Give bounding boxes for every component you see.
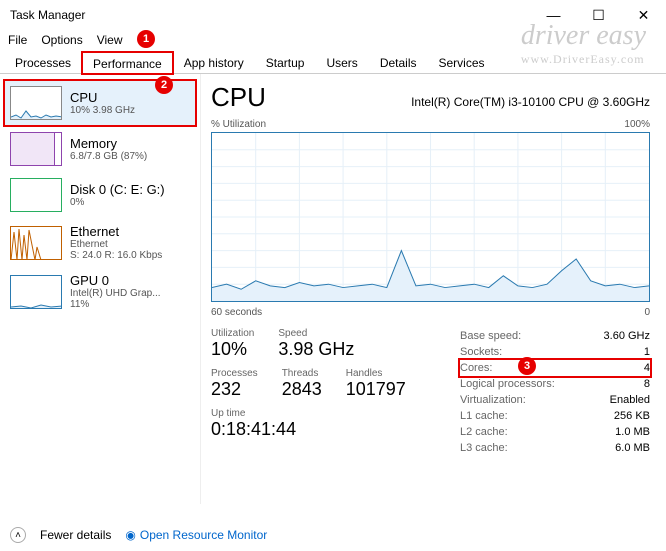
tab-details[interactable]: Details (369, 51, 428, 73)
menu-view[interactable]: View (97, 33, 123, 47)
sidebar-item-memory[interactable]: Memory 6.8/7.8 GB (87%) (4, 126, 196, 172)
l2-value: 1.0 MB (615, 424, 650, 440)
close-button[interactable]: ✕ (621, 0, 666, 30)
l3-label: L3 cache: (460, 440, 508, 456)
sidebar-memory-title: Memory (70, 136, 147, 151)
sidebar-gpu-sub2: 11% (70, 299, 161, 310)
cpu-utilization-chart (211, 132, 650, 302)
tab-users[interactable]: Users (315, 51, 368, 73)
base-label: Base speed: (460, 328, 521, 344)
sidebar-gpu-sub: Intel(R) UHD Grap... (70, 288, 161, 299)
sidebar-gpu-title: GPU 0 (70, 273, 161, 288)
sidebar-item-gpu[interactable]: GPU 0 Intel(R) UHD Grap... 11% (4, 267, 196, 316)
sidebar-eth-title: Ethernet (70, 224, 162, 239)
tab-app-history[interactable]: App history (173, 51, 255, 73)
monitor-icon: ◉ (125, 528, 135, 542)
uptime-value: 0:18:41:44 (211, 419, 452, 440)
sidebar-item-disk[interactable]: Disk 0 (C: E: G:) 0% (4, 172, 196, 218)
disk-thumb-icon (10, 178, 62, 212)
chart-label-tl: % Utilization (211, 119, 266, 130)
ethernet-thumb-icon (10, 226, 62, 260)
hnd-value: 101797 (346, 379, 406, 400)
virt-value: Enabled (610, 392, 650, 408)
annotation-3: 3 (518, 357, 536, 375)
sock-label: Sockets: (460, 344, 502, 360)
menu-options[interactable]: Options (41, 33, 82, 47)
tab-performance[interactable]: Performance (82, 52, 173, 74)
speed-value: 3.98 GHz (278, 339, 354, 360)
page-title: CPU (211, 82, 266, 113)
fewer-details-button[interactable]: Fewer details (40, 528, 111, 542)
tab-processes[interactable]: Processes (4, 51, 82, 73)
l1-value: 256 KB (614, 408, 650, 424)
sidebar-item-ethernet[interactable]: Ethernet Ethernet S: 24.0 R: 16.0 Kbps (4, 218, 196, 267)
sock-value: 1 (644, 344, 650, 360)
sidebar-cpu-title: CPU (70, 90, 135, 105)
virt-label: Virtualization: (460, 392, 526, 408)
titlebar: Task Manager — ☐ ✕ (0, 0, 666, 30)
main-panel: CPU Intel(R) Core(TM) i3-10100 CPU @ 3.6… (200, 74, 666, 504)
sidebar-disk-sub: 0% (70, 197, 165, 208)
cores-label: Cores: (460, 360, 492, 376)
sidebar-cpu-sub: 10% 3.98 GHz (70, 105, 135, 116)
annotation-1: 1 (137, 30, 155, 48)
thr-value: 2843 (282, 379, 322, 400)
speed-label: Speed (278, 328, 354, 339)
tab-services[interactable]: Services (428, 51, 496, 73)
util-label: Utilization (211, 328, 254, 339)
menu-file[interactable]: File (8, 33, 27, 47)
sidebar-memory-sub: 6.8/7.8 GB (87%) (70, 151, 147, 162)
cores-value: 4 (644, 360, 650, 376)
cpu-model: Intel(R) Core(TM) i3-10100 CPU @ 3.60GHz (411, 95, 650, 109)
minimize-button[interactable]: — (531, 0, 576, 30)
lp-label: Logical processors: (460, 376, 555, 392)
chevron-up-icon[interactable]: ˄ (10, 527, 26, 543)
proc-value: 232 (211, 379, 258, 400)
base-value: 3.60 GHz (604, 328, 650, 344)
lp-value: 8 (644, 376, 650, 392)
sidebar-disk-title: Disk 0 (C: E: G:) (70, 182, 165, 197)
sidebar: CPU 10% 3.98 GHz Memory 6.8/7.8 GB (87%)… (0, 74, 200, 504)
util-value: 10% (211, 339, 254, 360)
maximize-button[interactable]: ☐ (576, 0, 621, 30)
chart-label-bl: 60 seconds (211, 307, 262, 318)
hnd-label: Handles (346, 368, 406, 379)
window-title: Task Manager (10, 8, 85, 22)
thr-label: Threads (282, 368, 322, 379)
footer: ˄ Fewer details ◉ Open Resource Monitor (10, 527, 267, 543)
gpu-thumb-icon (10, 275, 62, 309)
chart-label-br: 0 (644, 307, 650, 318)
tabbar: Processes Performance App history Startu… (0, 50, 666, 74)
cpu-thumb-icon (10, 86, 62, 120)
tab-startup[interactable]: Startup (255, 51, 316, 73)
menubar: File Options View (0, 30, 666, 50)
sidebar-eth-sub: Ethernet (70, 239, 162, 250)
proc-label: Processes (211, 368, 258, 379)
chart-label-tr: 100% (624, 119, 650, 130)
l1-label: L1 cache: (460, 408, 508, 424)
window-controls: — ☐ ✕ (531, 0, 666, 30)
annotation-2: 2 (155, 76, 173, 94)
uptime-label: Up time (211, 408, 452, 419)
open-resource-monitor-link[interactable]: ◉ Open Resource Monitor (125, 528, 267, 542)
l2-label: L2 cache: (460, 424, 508, 440)
sidebar-eth-sub2: S: 24.0 R: 16.0 Kbps (70, 250, 162, 261)
memory-thumb-icon (10, 132, 62, 166)
l3-value: 6.0 MB (615, 440, 650, 456)
